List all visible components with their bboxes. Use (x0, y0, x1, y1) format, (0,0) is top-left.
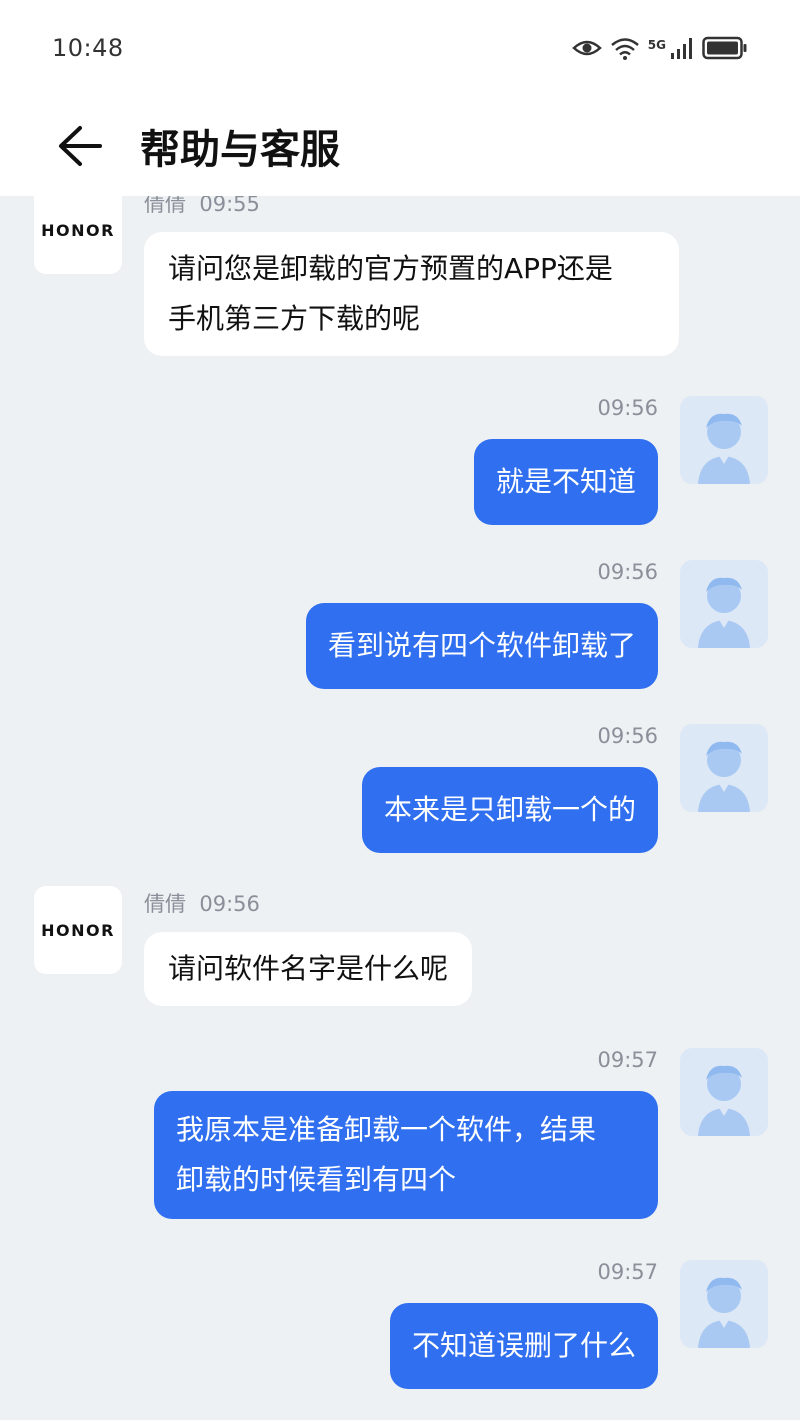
user-avatar (680, 560, 768, 648)
back-button[interactable] (52, 118, 108, 174)
agent-message-bubble[interactable]: 请问您是卸载的官方预置的APP还是 手机第三方下载的呢 (144, 232, 679, 356)
message-line: 就是不知道 (495, 465, 636, 498)
message-time: 09:56 (199, 892, 260, 916)
user-avatar-icon (698, 577, 750, 648)
message-line: 手机第三方下载的呢 (168, 302, 421, 335)
back-arrow-icon (59, 126, 102, 166)
message-line: 请问您是卸载的官方预置的APP还是 (168, 252, 613, 285)
app-header: 帮助与客服 (0, 96, 800, 196)
user-message-bubble[interactable]: 本来是只卸载一个的 (361, 767, 658, 853)
user-avatar (680, 724, 768, 812)
user-message-bubble[interactable]: 就是不知道 (473, 439, 658, 525)
message-meta: 倩倩 09:55 (144, 196, 260, 218)
user-avatar-icon (698, 1277, 750, 1348)
agent-name: 倩倩 (144, 196, 186, 216)
message-line: 请问软件名字是什么呢 (168, 952, 449, 985)
user-avatar (680, 396, 768, 484)
message-meta: 倩倩 09:56 (144, 888, 260, 918)
user-avatar-icon (698, 1065, 750, 1136)
user-avatar (680, 1048, 768, 1136)
message-line: 我原本是准备卸载一个软件，结果 (176, 1113, 597, 1146)
battery-icon (702, 36, 747, 60)
network-type: 5G (647, 38, 666, 52)
status-time: 10:48 (52, 34, 124, 62)
user-message-bubble[interactable]: 不知道误删了什么 (389, 1303, 658, 1389)
message-time: 09:57 (597, 1048, 658, 1072)
user-message-bubble[interactable]: 看到说有四个软件卸载了 (305, 603, 658, 689)
user-message-bubble[interactable]: 我原本是准备卸载一个软件，结果 卸载的时候看到有四个 (154, 1091, 658, 1219)
user-avatar-icon (698, 741, 750, 812)
message-line: 卸载的时候看到有四个 (176, 1163, 457, 1196)
message-time: 09:55 (199, 196, 260, 216)
wifi-icon (610, 38, 639, 60)
agent-message-bubble[interactable]: 请问软件名字是什么呢 (144, 932, 473, 1006)
message-time: 09:56 (597, 560, 658, 584)
agent-name: 倩倩 (144, 892, 186, 916)
agent-avatar: HONOR (34, 886, 122, 974)
status-bar: 10:48 5G (0, 0, 800, 96)
user-avatar (680, 1260, 768, 1348)
message-line: 不知道误删了什么 (411, 1329, 636, 1362)
page-title: 帮助与客服 (140, 127, 340, 173)
chat-list[interactable]: HONOR 倩倩 09:55 请问您是卸载的官方预置的APP还是 手机第三方下载… (0, 196, 800, 1420)
message-time: 09:56 (597, 724, 658, 748)
agent-avatar: HONOR (34, 196, 122, 274)
message-line: 看到说有四个软件卸载了 (327, 629, 636, 662)
message-time: 09:56 (597, 396, 658, 420)
user-avatar-icon (698, 413, 750, 484)
status-icons: 5G (571, 36, 748, 60)
eye-icon (571, 40, 602, 56)
agent-brand-logo: HONOR (41, 920, 115, 940)
signal-icon (671, 38, 692, 59)
agent-brand-logo: HONOR (41, 220, 115, 240)
message-line: 本来是只卸载一个的 (383, 793, 636, 826)
message-time: 09:57 (597, 1260, 658, 1284)
